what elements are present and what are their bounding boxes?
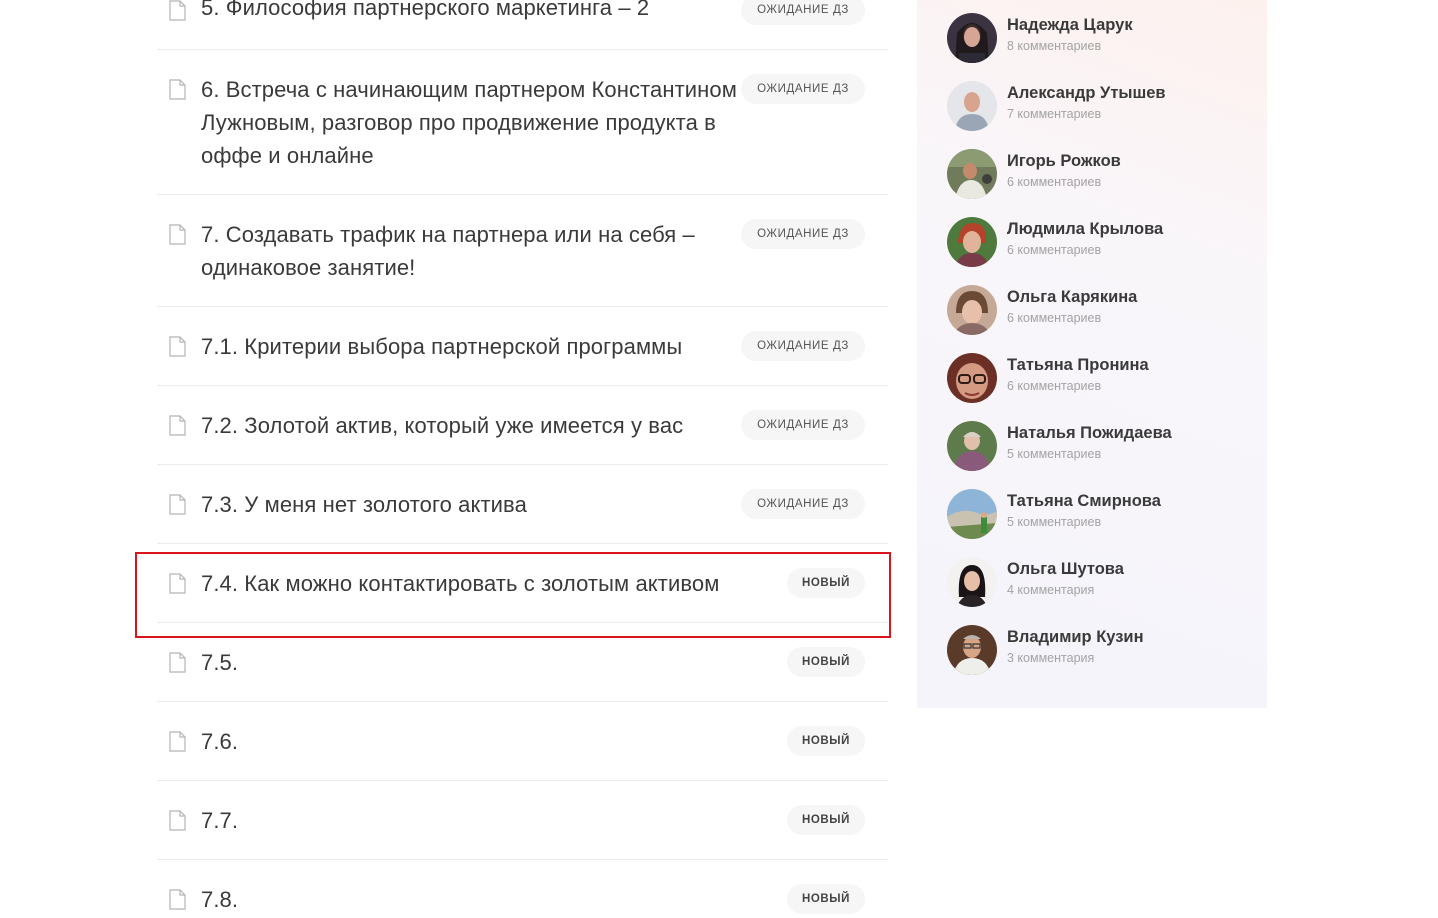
lesson-title[interactable]: 7.2. Золотой актив, который уже имеется … — [201, 409, 781, 442]
status-badge: новый — [787, 647, 865, 677]
commenter-name[interactable]: Татьяна Пронина — [1007, 356, 1149, 375]
document-icon — [169, 810, 186, 831]
lesson-title[interactable]: 7.5. — [201, 646, 781, 679]
commenter-item[interactable]: Ольга Карякина 6 комментариев — [947, 285, 1247, 337]
lesson-title[interactable]: 5. Философия партнерского маркетинга – 2 — [201, 0, 781, 24]
commenter-item[interactable]: Татьяна Смирнова 5 комментариев — [947, 489, 1247, 541]
status-badge: ожидание дз — [741, 331, 865, 361]
commenter-item[interactable]: Владимир Кузин 3 комментария — [947, 625, 1247, 677]
comment-count: 6 комментариев — [1007, 379, 1102, 393]
status-badge: ожидание дз — [741, 410, 865, 440]
lesson-row[interactable]: 7.3. У меня нет золотого актива ожидание… — [157, 465, 888, 544]
comment-count: 6 комментариев — [1007, 175, 1102, 189]
commenter-item[interactable]: Ольга Шутова 4 комментария — [947, 557, 1247, 609]
commenter-name[interactable]: Надежда Царук — [1007, 16, 1133, 35]
comment-count: 4 комментария — [1007, 583, 1095, 597]
comment-count: 6 комментариев — [1007, 311, 1102, 325]
lesson-title[interactable]: 7. Создавать трафик на партнера или на с… — [201, 218, 781, 284]
commenter-item[interactable]: Надежда Царук 8 комментариев — [947, 13, 1247, 65]
top-commenters-sidebar: Надежда Царук 8 комментариев Александр У… — [917, 0, 1267, 708]
lesson-row[interactable]: 7.7. новый — [157, 781, 888, 860]
lesson-row[interactable]: 7.5. новый — [157, 623, 888, 702]
lesson-title[interactable]: 6. Встреча с начинающим партнером Конста… — [201, 73, 781, 172]
commenter-item[interactable]: Игорь Рожков 6 комментариев — [947, 149, 1247, 201]
commenter-name[interactable]: Ольга Шутова — [1007, 560, 1124, 579]
commenter-item[interactable]: Людмила Крылова 6 комментариев — [947, 217, 1247, 269]
avatar[interactable] — [947, 625, 997, 675]
commenter-name[interactable]: Татьяна Смирнова — [1007, 492, 1161, 511]
avatar[interactable] — [947, 81, 997, 131]
lesson-title[interactable]: 7.7. — [201, 804, 781, 837]
document-icon — [169, 79, 186, 100]
comment-count: 3 комментария — [1007, 651, 1095, 665]
document-icon — [169, 415, 186, 436]
lesson-title[interactable]: 7.3. У меня нет золотого актива — [201, 488, 781, 521]
document-icon — [169, 336, 186, 357]
commenter-name[interactable]: Людмила Крылова — [1007, 220, 1163, 239]
lesson-row[interactable]: 7.4. Как можно контактировать с золотым … — [157, 544, 888, 623]
avatar[interactable] — [947, 421, 997, 471]
comment-count: 8 комментариев — [1007, 39, 1102, 53]
document-icon — [169, 494, 186, 515]
document-icon — [169, 731, 186, 752]
document-icon — [169, 889, 186, 910]
status-badge: ожидание дз — [741, 74, 865, 104]
commenter-item[interactable]: Александр Утышев 7 комментариев — [947, 81, 1247, 133]
commenter-name[interactable]: Александр Утышев — [1007, 84, 1166, 103]
avatar[interactable] — [947, 353, 997, 403]
lesson-title[interactable]: 7.6. — [201, 725, 781, 758]
lesson-row[interactable]: 5. Философия партнерского маркетинга – 2… — [157, 0, 888, 50]
lesson-row[interactable]: 7.1. Критерии выбора партнерской програм… — [157, 307, 888, 386]
comment-count: 7 комментариев — [1007, 107, 1102, 121]
status-badge: новый — [787, 726, 865, 756]
status-badge: новый — [787, 884, 865, 914]
avatar[interactable] — [947, 285, 997, 335]
lesson-row[interactable]: 6. Встреча с начинающим партнером Конста… — [157, 50, 888, 195]
lesson-title[interactable]: 7.8. — [201, 883, 781, 916]
lesson-row[interactable]: 7.6. новый — [157, 702, 888, 781]
commenter-item[interactable]: Наталья Пожидаева 5 комментариев — [947, 421, 1247, 473]
status-badge: новый — [787, 568, 865, 598]
avatar[interactable] — [947, 557, 997, 607]
commenter-name[interactable]: Игорь Рожков — [1007, 152, 1121, 171]
status-badge: ожидание дз — [741, 0, 865, 25]
lesson-row[interactable]: 7.8. новый — [157, 860, 888, 918]
lesson-title[interactable]: 7.1. Критерии выбора партнерской програм… — [201, 330, 781, 363]
avatar[interactable] — [947, 13, 997, 63]
lesson-title[interactable]: 7.4. Как можно контактировать с золотым … — [201, 567, 781, 600]
comment-count: 5 комментариев — [1007, 447, 1102, 461]
commenter-name[interactable]: Владимир Кузин — [1007, 628, 1144, 647]
commenter-item[interactable]: Татьяна Пронина 6 комментариев — [947, 353, 1247, 405]
status-badge: ожидание дз — [741, 489, 865, 519]
comment-count: 6 комментариев — [1007, 243, 1102, 257]
avatar[interactable] — [947, 217, 997, 267]
status-badge: ожидание дз — [741, 219, 865, 249]
document-icon — [169, 224, 186, 245]
commenter-name[interactable]: Ольга Карякина — [1007, 288, 1137, 307]
lesson-row[interactable]: 7.2. Золотой актив, который уже имеется … — [157, 386, 888, 465]
status-badge: новый — [787, 805, 865, 835]
comment-count: 5 комментариев — [1007, 515, 1102, 529]
avatar[interactable] — [947, 489, 997, 539]
commenter-name[interactable]: Наталья Пожидаева — [1007, 424, 1172, 443]
avatar[interactable] — [947, 149, 997, 199]
document-icon — [169, 573, 186, 594]
document-icon — [169, 652, 186, 673]
page: 5. Философия партнерского маркетинга – 2… — [0, 0, 1438, 918]
lesson-row[interactable]: 7. Создавать трафик на партнера или на с… — [157, 195, 888, 307]
document-icon — [169, 0, 186, 21]
